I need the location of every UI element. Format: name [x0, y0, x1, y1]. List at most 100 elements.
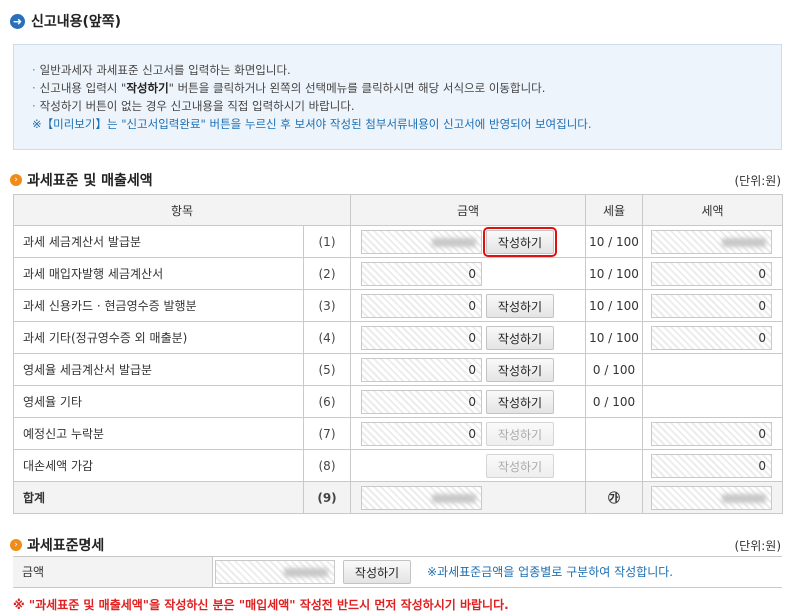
rate-cell: 10 / 100 — [585, 289, 643, 322]
col-header-rate: 세율 — [585, 194, 643, 226]
total-number: (9) — [303, 481, 351, 514]
total-tax-field — [651, 486, 772, 510]
amount-field[interactable] — [361, 230, 482, 254]
row-number: (3) — [303, 289, 351, 322]
rate-cell: 0 / 100 — [585, 353, 643, 386]
info-line-2: · 신고내용 입력시 "작성하기" 버튼을 클릭하거나 왼쪽의 선택메뉴를 클릭하… — [32, 81, 546, 95]
info-line-1: · 일반과세자 과세표준 신고서를 입력하는 화면입니다. — [32, 63, 291, 77]
tax-base-label: 금액 — [13, 557, 213, 587]
masked-value — [722, 238, 766, 247]
table-row: 대손세액 가감 (8) 작성하기 0 — [13, 449, 783, 482]
section2-unit: (단위:원) — [734, 539, 781, 553]
rate-cell — [585, 449, 643, 482]
amount-cell: 0 작성하기 — [350, 353, 586, 386]
tax-field[interactable]: 0 — [651, 454, 772, 478]
masked-value — [722, 494, 766, 503]
table-header-row: 항목 금액 세율 세액 — [13, 194, 783, 226]
table-row: 과세 매입자발행 세금계산서 (2) 0 10 / 100 0 — [13, 257, 783, 290]
col-header-tax: 세액 — [642, 194, 783, 226]
amount-cell: 작성하기 — [350, 225, 586, 258]
write-button-disabled: 작성하기 — [486, 454, 554, 478]
tax-base-note: ※과세표준금액을 업종별로 구분하여 작성합니다. — [427, 565, 674, 579]
table-row: 과세 기타(정규영수증 외 매출분) (4) 0 작성하기 10 / 100 0 — [13, 321, 783, 354]
rate-cell: 10 / 100 — [585, 257, 643, 290]
row-label: 예정신고 누락분 — [13, 417, 304, 450]
row-number: (6) — [303, 385, 351, 418]
footer-warning: ※ "과세표준 및 매출세액"을 작성하신 분은 "매입세액" 작성전 반드시 … — [13, 598, 509, 612]
circled-ga-symbol: ㉮ — [607, 491, 620, 505]
write-button[interactable]: 작성하기 — [486, 326, 554, 350]
amount-field[interactable]: 0 — [361, 262, 482, 286]
table-row: 과세 세금계산서 발급분 (1) 작성하기 10 / 100 — [13, 225, 783, 258]
tax-cell-empty — [642, 353, 783, 386]
col-header-item: 항목 — [13, 194, 351, 226]
masked-value — [432, 238, 476, 247]
section2-title: 과세표준명세 — [27, 538, 105, 554]
bullet-icon: › — [10, 174, 22, 186]
tax-field[interactable]: 0 — [651, 294, 772, 318]
amount-cell: 0 작성하기 — [350, 385, 586, 418]
rate-cell: 10 / 100 — [585, 321, 643, 354]
info-line-3: · 작성하기 버튼이 없는 경우 신고내용을 직접 입력하시기 바랍니다. — [32, 99, 355, 113]
bullet-icon: › — [10, 539, 22, 551]
row-number: (4) — [303, 321, 351, 354]
sales-tax-table: 항목 금액 세율 세액 과세 세금계산서 발급분 (1) 작성하기 10 / 1… — [13, 194, 783, 514]
table-row: 예정신고 누락분 (7) 0 작성하기 0 — [13, 417, 783, 450]
tax-field[interactable]: 0 — [651, 262, 772, 286]
write-button[interactable]: 작성하기 — [486, 358, 554, 382]
rate-cell — [585, 417, 643, 450]
row-label: 영세율 세금계산서 발급분 — [13, 353, 304, 386]
page-title: 신고내용(앞쪽) — [31, 14, 122, 30]
rate-cell: 0 / 100 — [585, 385, 643, 418]
row-label: 영세율 기타 — [13, 385, 304, 418]
total-tax-cell — [642, 481, 783, 514]
section1-header: › 과세표준 및 매출세액 — [10, 170, 153, 190]
amount-cell: 0 작성하기 — [350, 289, 586, 322]
amount-field[interactable]: 0 — [361, 358, 482, 382]
masked-value — [432, 494, 476, 503]
tax-field[interactable] — [651, 230, 772, 254]
tax-cell-empty — [642, 385, 783, 418]
row-label: 대손세액 가감 — [13, 449, 304, 482]
table-row: 영세율 기타 (6) 0 작성하기 0 / 100 — [13, 385, 783, 418]
amount-field[interactable]: 0 — [361, 326, 482, 350]
amount-cell: 0 — [350, 257, 586, 290]
tax-cell — [642, 225, 783, 258]
row-label: 과세 기타(정규영수증 외 매출분) — [13, 321, 304, 354]
row-number: (5) — [303, 353, 351, 386]
row-number: (7) — [303, 417, 351, 450]
arrow-circle-icon: ➜ — [10, 13, 25, 29]
page-header: ➜ 신고내용(앞쪽) — [10, 8, 121, 34]
amount-cell: 0 작성하기 — [350, 321, 586, 354]
col-header-amount: 금액 — [350, 194, 586, 226]
preview-note: ※【미리보기】는 "신고서입력완료" 버튼을 누르신 후 보셔야 작성된 첨부서… — [32, 117, 592, 131]
amount-cell: 0 작성하기 — [350, 417, 586, 450]
tax-base-write-button[interactable]: 작성하기 — [343, 560, 411, 584]
masked-value — [284, 568, 328, 577]
section1-title: 과세표준 및 매출세액 — [27, 173, 153, 189]
amount-cell: 작성하기 — [350, 449, 586, 482]
row-number: (8) — [303, 449, 351, 482]
tax-cell: 0 — [642, 449, 783, 482]
write-button[interactable]: 작성하기 — [486, 294, 554, 318]
write-button[interactable]: 작성하기 — [483, 227, 557, 257]
row-number: (1) — [303, 225, 351, 258]
amount-field[interactable]: 0 — [361, 390, 482, 414]
tax-field[interactable]: 0 — [651, 326, 772, 350]
total-amount-field — [361, 486, 482, 510]
table-row: 과세 신용카드 · 현금영수증 발행분 (3) 0 작성하기 10 / 100 … — [13, 289, 783, 322]
row-label: 과세 세금계산서 발급분 — [13, 225, 304, 258]
tax-field[interactable]: 0 — [651, 422, 772, 446]
tax-cell: 0 — [642, 257, 783, 290]
section1-unit: (단위:원) — [734, 174, 781, 188]
amount-field[interactable]: 0 — [361, 422, 482, 446]
tax-cell: 0 — [642, 417, 783, 450]
tax-cell: 0 — [642, 321, 783, 354]
write-button[interactable]: 작성하기 — [486, 390, 554, 414]
table-row: 영세율 세금계산서 발급분 (5) 0 작성하기 0 / 100 — [13, 353, 783, 386]
row-number: (2) — [303, 257, 351, 290]
tax-base-amount-field[interactable] — [215, 560, 335, 584]
tax-cell: 0 — [642, 289, 783, 322]
amount-field[interactable]: 0 — [361, 294, 482, 318]
row-label: 과세 신용카드 · 현금영수증 발행분 — [13, 289, 304, 322]
